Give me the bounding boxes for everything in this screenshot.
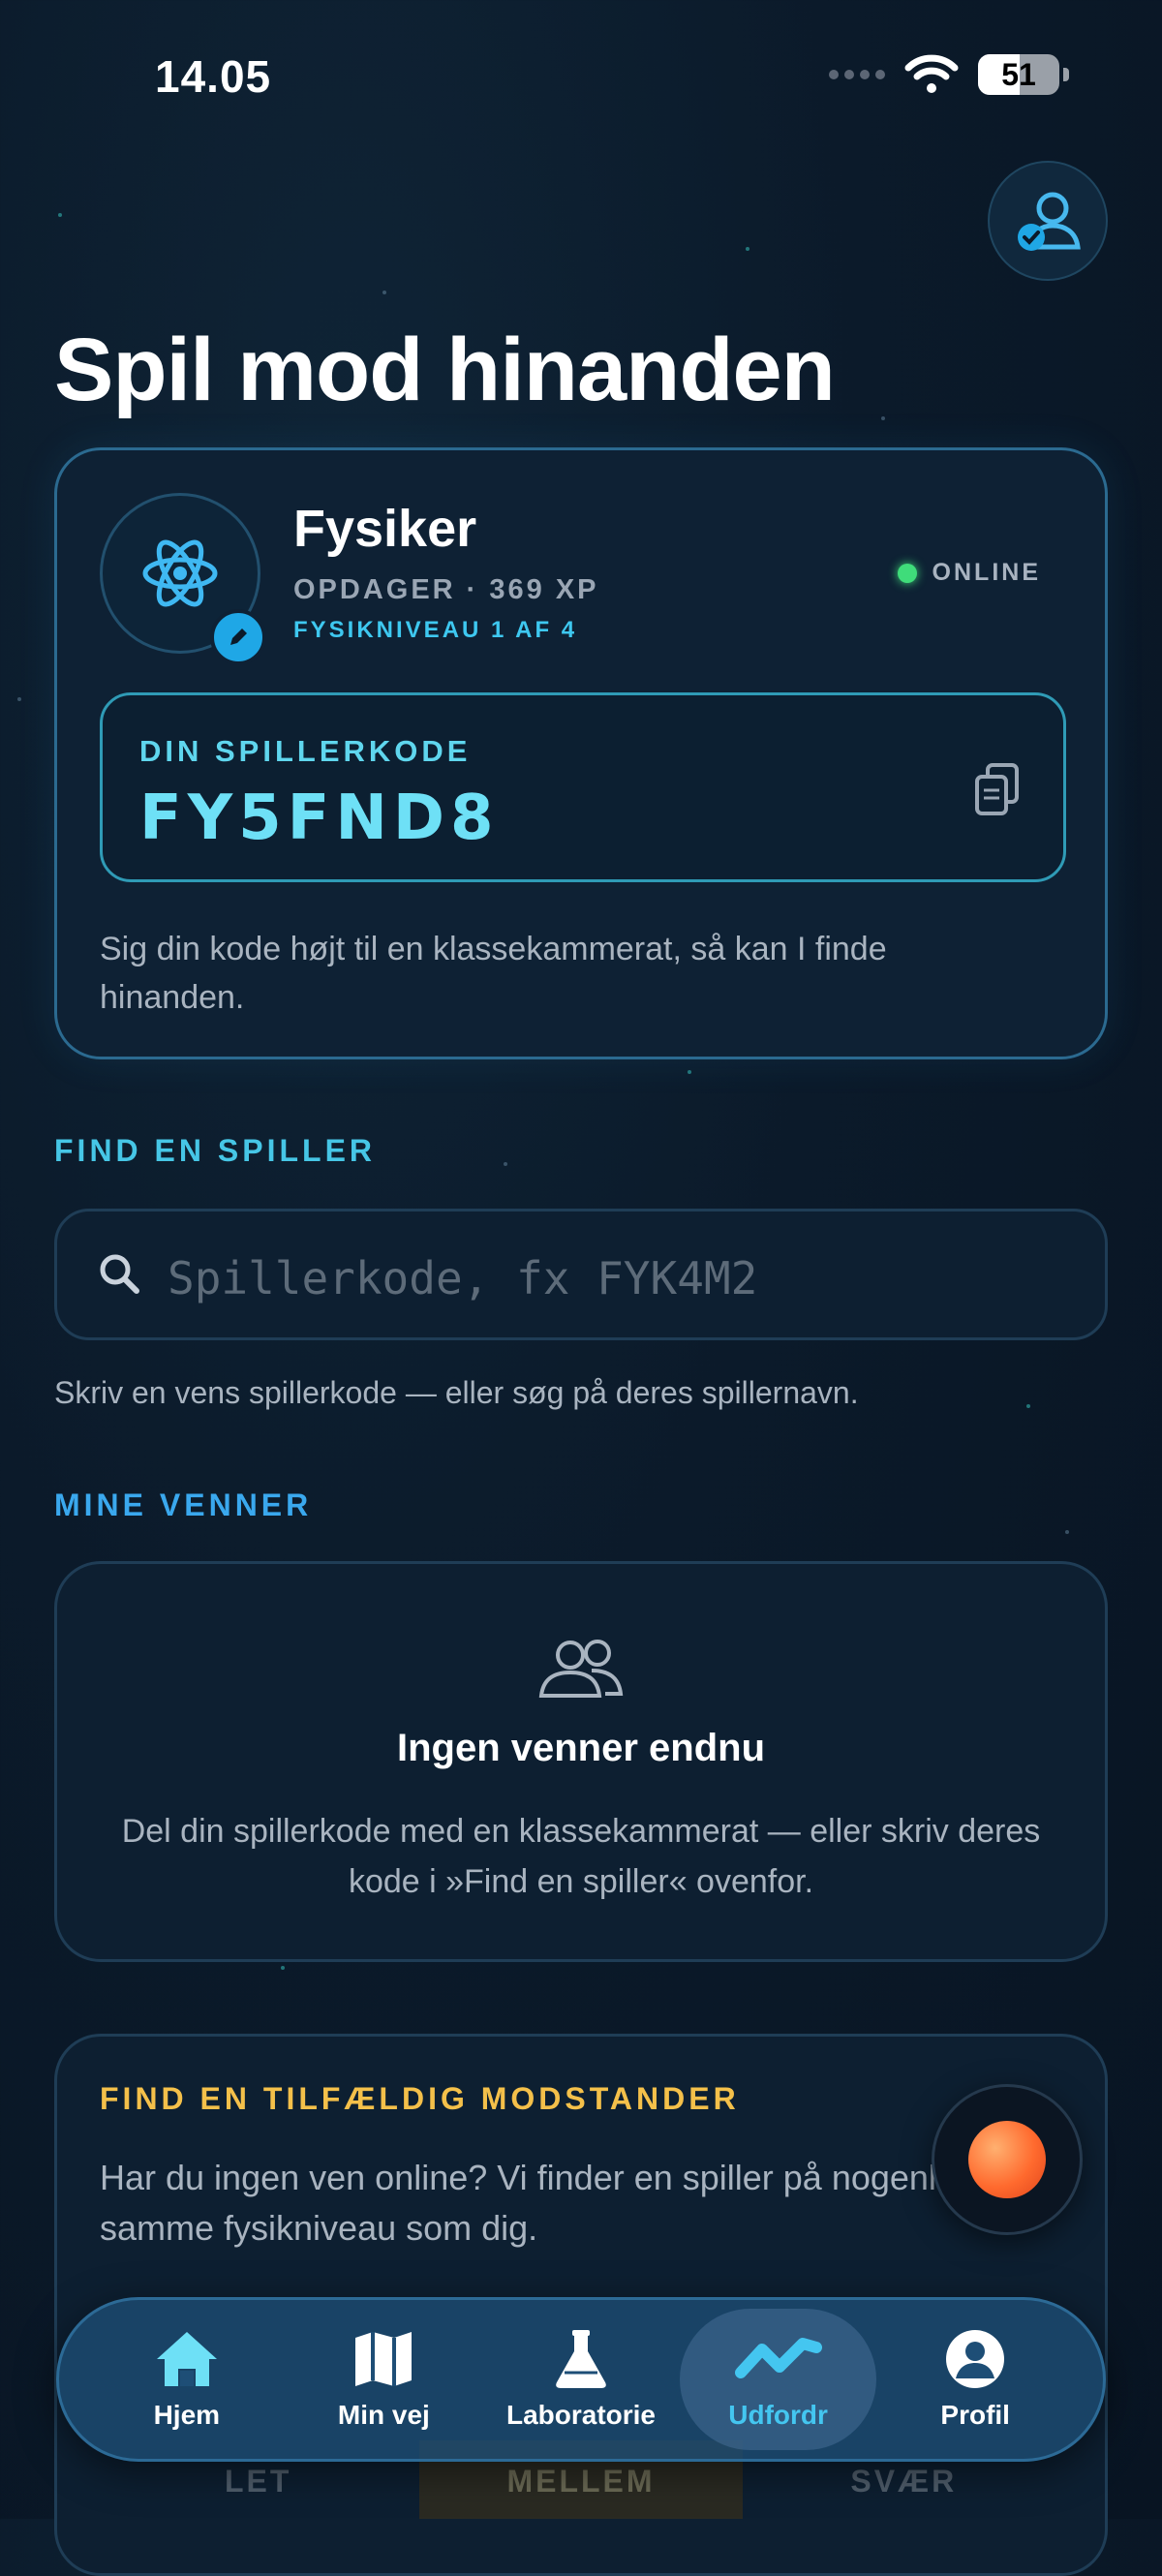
friends-icon [538, 1640, 624, 1698]
tab-label: Hjem [153, 2400, 221, 2430]
account-status-button[interactable] [988, 161, 1108, 281]
star-decoration [1065, 1530, 1069, 1534]
atom-icon [142, 539, 218, 607]
tab-challenge[interactable]: Udfordr [679, 2309, 877, 2450]
tab-profile[interactable]: Profil [876, 2309, 1074, 2450]
tab-home[interactable]: Hjem [88, 2309, 286, 2450]
wifi-icon [904, 54, 959, 93]
star-decoration [17, 697, 21, 701]
friends-empty-desc: Del din spillerkode med en klassekammera… [121, 1813, 1041, 1900]
friends-empty-title: Ingen venner endnu [396, 1727, 766, 1769]
page-title: Spil mod hinanden [54, 321, 836, 419]
star-decoration [1026, 1404, 1030, 1408]
player-card: Fysiker OPDAGER · 369 XP FYSIKNIVEAU 1 A… [54, 447, 1108, 1059]
search-hint: Skriv en vens spillerkode — eller søg på… [54, 1375, 859, 1410]
status-time: 14.05 [155, 51, 272, 102]
player-level: FYSIKNIVEAU 1 AF 4 [293, 617, 578, 643]
search-icon [100, 1254, 139, 1294]
star-decoration [688, 1070, 691, 1074]
status-indicators: 51 [829, 54, 1069, 95]
floating-orb-button[interactable] [932, 2084, 1083, 2235]
tab-laboratory[interactable]: Laboratorie [482, 2309, 680, 2450]
orb-icon [968, 2121, 1046, 2198]
challenge-icon [734, 2338, 822, 2378]
flask-icon [556, 2330, 606, 2388]
star-decoration [382, 291, 386, 294]
online-status: ONLINE [897, 559, 1041, 587]
star-decoration [881, 416, 885, 420]
tab-label: Profil [940, 2400, 1010, 2430]
copy-code-button[interactable] [966, 759, 1028, 821]
search-box [54, 1209, 1108, 1340]
map-icon [355, 2332, 413, 2386]
home-icon [156, 2332, 217, 2386]
tab-label: Laboratorie [505, 2400, 656, 2430]
copy-icon [975, 763, 1019, 815]
player-code: FY5FND8 [139, 782, 500, 854]
star-decoration [746, 247, 749, 251]
random-opponent-desc: Har du ingen ven online? Vi finder en sp… [100, 2158, 1015, 2248]
player-code-label: DIN SPILLERKODE [139, 734, 472, 768]
tab-label: Udfordr [728, 2400, 828, 2430]
player-code-box: DIN SPILLERKODE FY5FND8 [100, 692, 1066, 882]
star-decoration [504, 1162, 507, 1166]
tab-label: Min vej [337, 2400, 430, 2430]
user-check-icon [1018, 192, 1081, 251]
star-decoration [58, 213, 62, 217]
tab-my-path[interactable]: Min vej [286, 2309, 483, 2450]
random-opponent-title: FIND EN TILFÆLDIG MODSTANDER [100, 2081, 740, 2116]
profile-icon [946, 2330, 1005, 2388]
friends-card: Ingen venner endnu Del din spillerkode m… [54, 1561, 1108, 1962]
player-code-hint: Sig din kode højt til en klassekammerat,… [100, 931, 887, 1016]
online-label: ONLINE [932, 559, 1041, 586]
battery-cap [1063, 68, 1069, 81]
player-search-input[interactable] [166, 1241, 1041, 1316]
friends-label: MINE VENNER [54, 1487, 313, 1522]
star-decoration [281, 1966, 285, 1970]
battery-icon: 51 [978, 54, 1059, 95]
tab-bar: Hjem Min vej Laboratorie Udfordr Profil [56, 2297, 1106, 2462]
player-name: Fysiker [293, 500, 477, 558]
player-rank: OPDAGER · 369 XP [293, 574, 599, 605]
battery-level: 51 [1001, 56, 1036, 92]
cellular-signal-icon [829, 70, 885, 79]
find-player-label: FIND EN SPILLER [54, 1133, 377, 1168]
edit-avatar-button[interactable] [210, 609, 266, 665]
online-dot-icon [897, 563, 917, 583]
pencil-icon [230, 629, 247, 645]
